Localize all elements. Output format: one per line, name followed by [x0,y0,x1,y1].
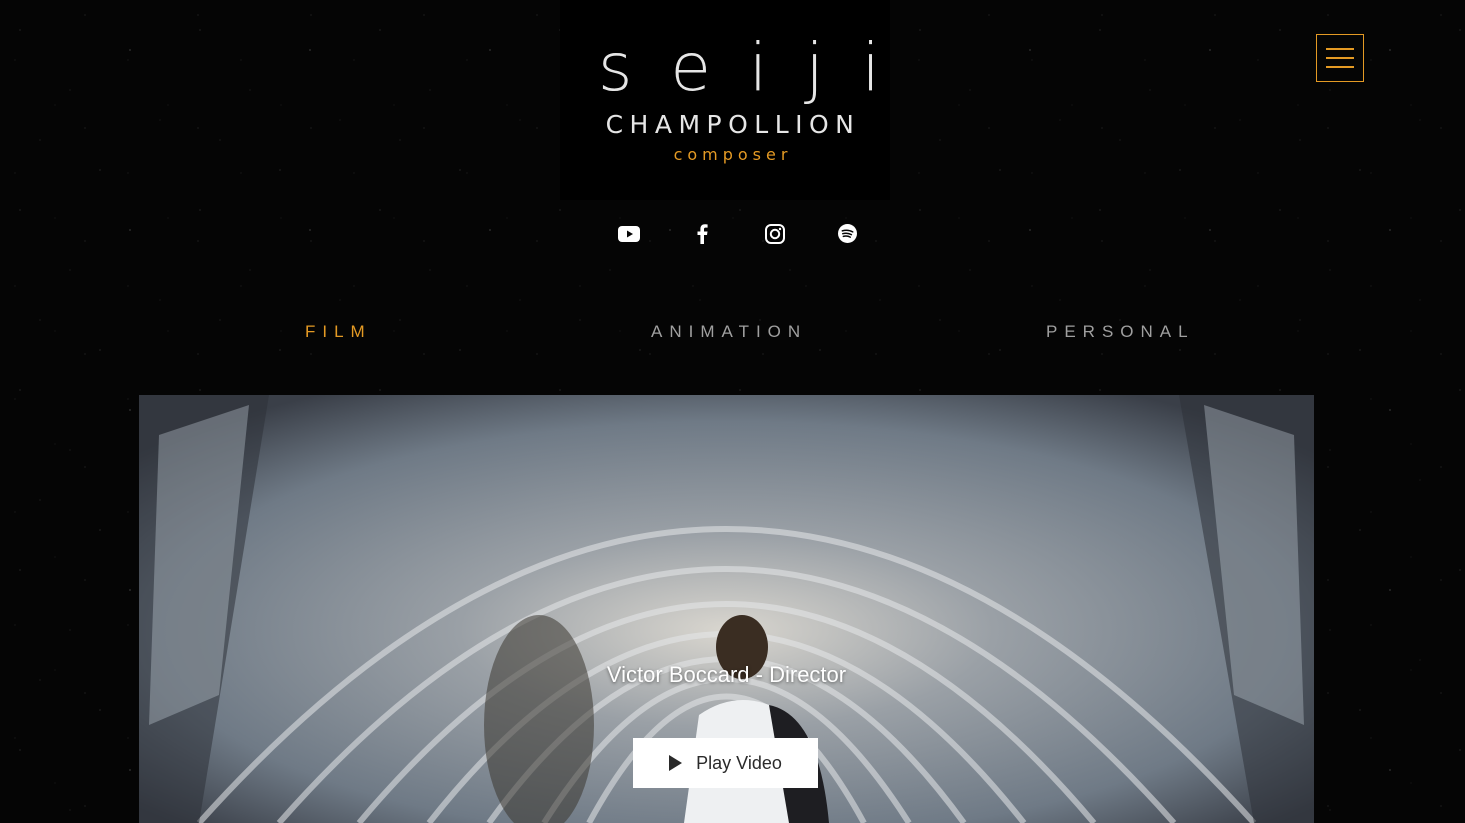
logo-first-name: seiji [598,29,919,106]
hamburger-menu-icon[interactable] [1316,34,1364,82]
logo-role: composer [673,145,793,164]
social-bar [617,222,859,245]
site-logo[interactable]: seiji CHAMPOLLION composer [560,29,919,165]
nav-item-personal[interactable]: PERSONAL [1046,322,1195,342]
play-icon [669,755,683,771]
video-title: Victor Boccard - Director [606,662,847,687]
youtube-icon[interactable] [617,222,640,245]
spotify-icon[interactable] [836,222,859,245]
nav-item-film[interactable]: FILM [305,322,372,342]
play-video-label: Play Video [696,752,782,773]
portfolio-nav: FILM ANIMATION PERSONAL [0,322,1465,346]
video-player[interactable]: Victor Boccard - Director Play Video [139,395,1314,823]
logo-last-name: CHAMPOLLION [605,110,861,139]
nav-item-animation[interactable]: ANIMATION [651,322,807,342]
play-video-button[interactable]: Play Video [633,738,818,788]
instagram-icon[interactable] [763,222,786,245]
facebook-icon[interactable] [690,222,713,245]
